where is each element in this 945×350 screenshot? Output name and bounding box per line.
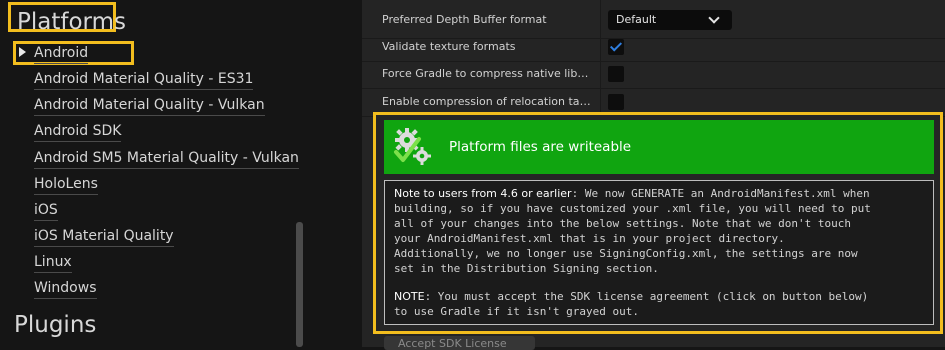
validate-textures-checkbox[interactable] bbox=[608, 39, 624, 55]
note-lead: Note to users from 4.6 or earlier bbox=[394, 187, 572, 200]
depth-buffer-label: Preferred Depth Buffer format bbox=[382, 13, 547, 26]
force-gradle-row: Force Gradle to compress native libs irr… bbox=[362, 61, 945, 89]
note2-line-2: to use Gradle if it isn't grayed out. bbox=[394, 305, 640, 318]
note-line-4: your AndroidManifest.xml that is in your… bbox=[394, 232, 785, 245]
sidebar-item-android-sm5-vulkan[interactable]: Android SM5 Material Quality - Vulkan bbox=[34, 149, 299, 169]
depth-buffer-dropdown[interactable]: Default bbox=[608, 10, 732, 30]
chevron-down-icon bbox=[708, 12, 720, 24]
force-gradle-label: Force Gradle to compress native libs irr… bbox=[382, 67, 594, 80]
platforms-section-title[interactable]: Platforms bbox=[8, 2, 126, 35]
sidebar-item-android[interactable]: Android bbox=[34, 44, 89, 64]
settings-sidebar: Platforms Android Android Material Quali… bbox=[0, 0, 310, 347]
validate-textures-row: Validate texture formats bbox=[362, 34, 945, 62]
sidebar-item-hololens[interactable]: HoloLens bbox=[34, 175, 98, 195]
platform-notice-highlight: Platform files are writeable Note to use… bbox=[373, 112, 943, 334]
sidebar-item-android-sdk[interactable]: Android SDK bbox=[34, 122, 122, 142]
note2-text: : You must accept the SDK license agreem… bbox=[424, 290, 869, 303]
relocation-label: Enable compression of relocation tables … bbox=[382, 95, 594, 108]
sidebar-scrollbar[interactable] bbox=[296, 222, 303, 347]
note-line-6: set in the Distribution Signing section. bbox=[394, 262, 659, 275]
sidebar-item-android-material-es31[interactable]: Android Material Quality - ES31 bbox=[34, 70, 254, 90]
relocation-checkbox[interactable] bbox=[608, 94, 624, 110]
platform-files-status-bar: Platform files are writeable bbox=[384, 120, 934, 174]
expand-arrow-icon[interactable] bbox=[19, 47, 26, 57]
note-line-1: Note to users from 4.6 or earlier: We no… bbox=[394, 186, 870, 201]
column-divider bbox=[600, 34, 601, 61]
column-divider bbox=[600, 0, 601, 38]
note-line-5: Additionally, we no longer use SigningCo… bbox=[394, 247, 858, 260]
sidebar-item-ios[interactable]: iOS bbox=[34, 201, 58, 221]
sidebar-item-android-material-vulkan[interactable]: Android Material Quality - Vulkan bbox=[34, 96, 265, 116]
sidebar-item-windows[interactable]: Windows bbox=[34, 279, 97, 299]
sidebar-item-linux[interactable]: Linux bbox=[34, 253, 72, 273]
note-line-3: all of your changes into the below setti… bbox=[394, 217, 851, 230]
platform-files-status-text: Platform files are writeable bbox=[449, 139, 632, 155]
manifest-note: Note to users from 4.6 or earlier: We no… bbox=[384, 180, 934, 325]
force-gradle-checkbox[interactable] bbox=[608, 66, 624, 82]
accept-sdk-license-label: Accept SDK License bbox=[398, 337, 507, 350]
note-text: : We now GENERATE an AndroidManifest.xml… bbox=[571, 187, 870, 200]
gear-check-icon bbox=[391, 125, 435, 169]
accept-sdk-license-button[interactable]: Accept SDK License bbox=[384, 336, 535, 350]
sidebar-item-ios-material-quality[interactable]: iOS Material Quality bbox=[34, 227, 174, 247]
plugins-section-title[interactable]: Plugins bbox=[14, 312, 96, 338]
note2-lead: NOTE bbox=[394, 290, 425, 303]
validate-textures-label: Validate texture formats bbox=[382, 40, 516, 53]
depth-buffer-value: Default bbox=[616, 13, 657, 26]
note-line-2: building, so if you have customized your… bbox=[394, 202, 871, 215]
note2-line-1: NOTE: You must accept the SDK license ag… bbox=[394, 289, 868, 304]
column-divider bbox=[600, 61, 601, 88]
